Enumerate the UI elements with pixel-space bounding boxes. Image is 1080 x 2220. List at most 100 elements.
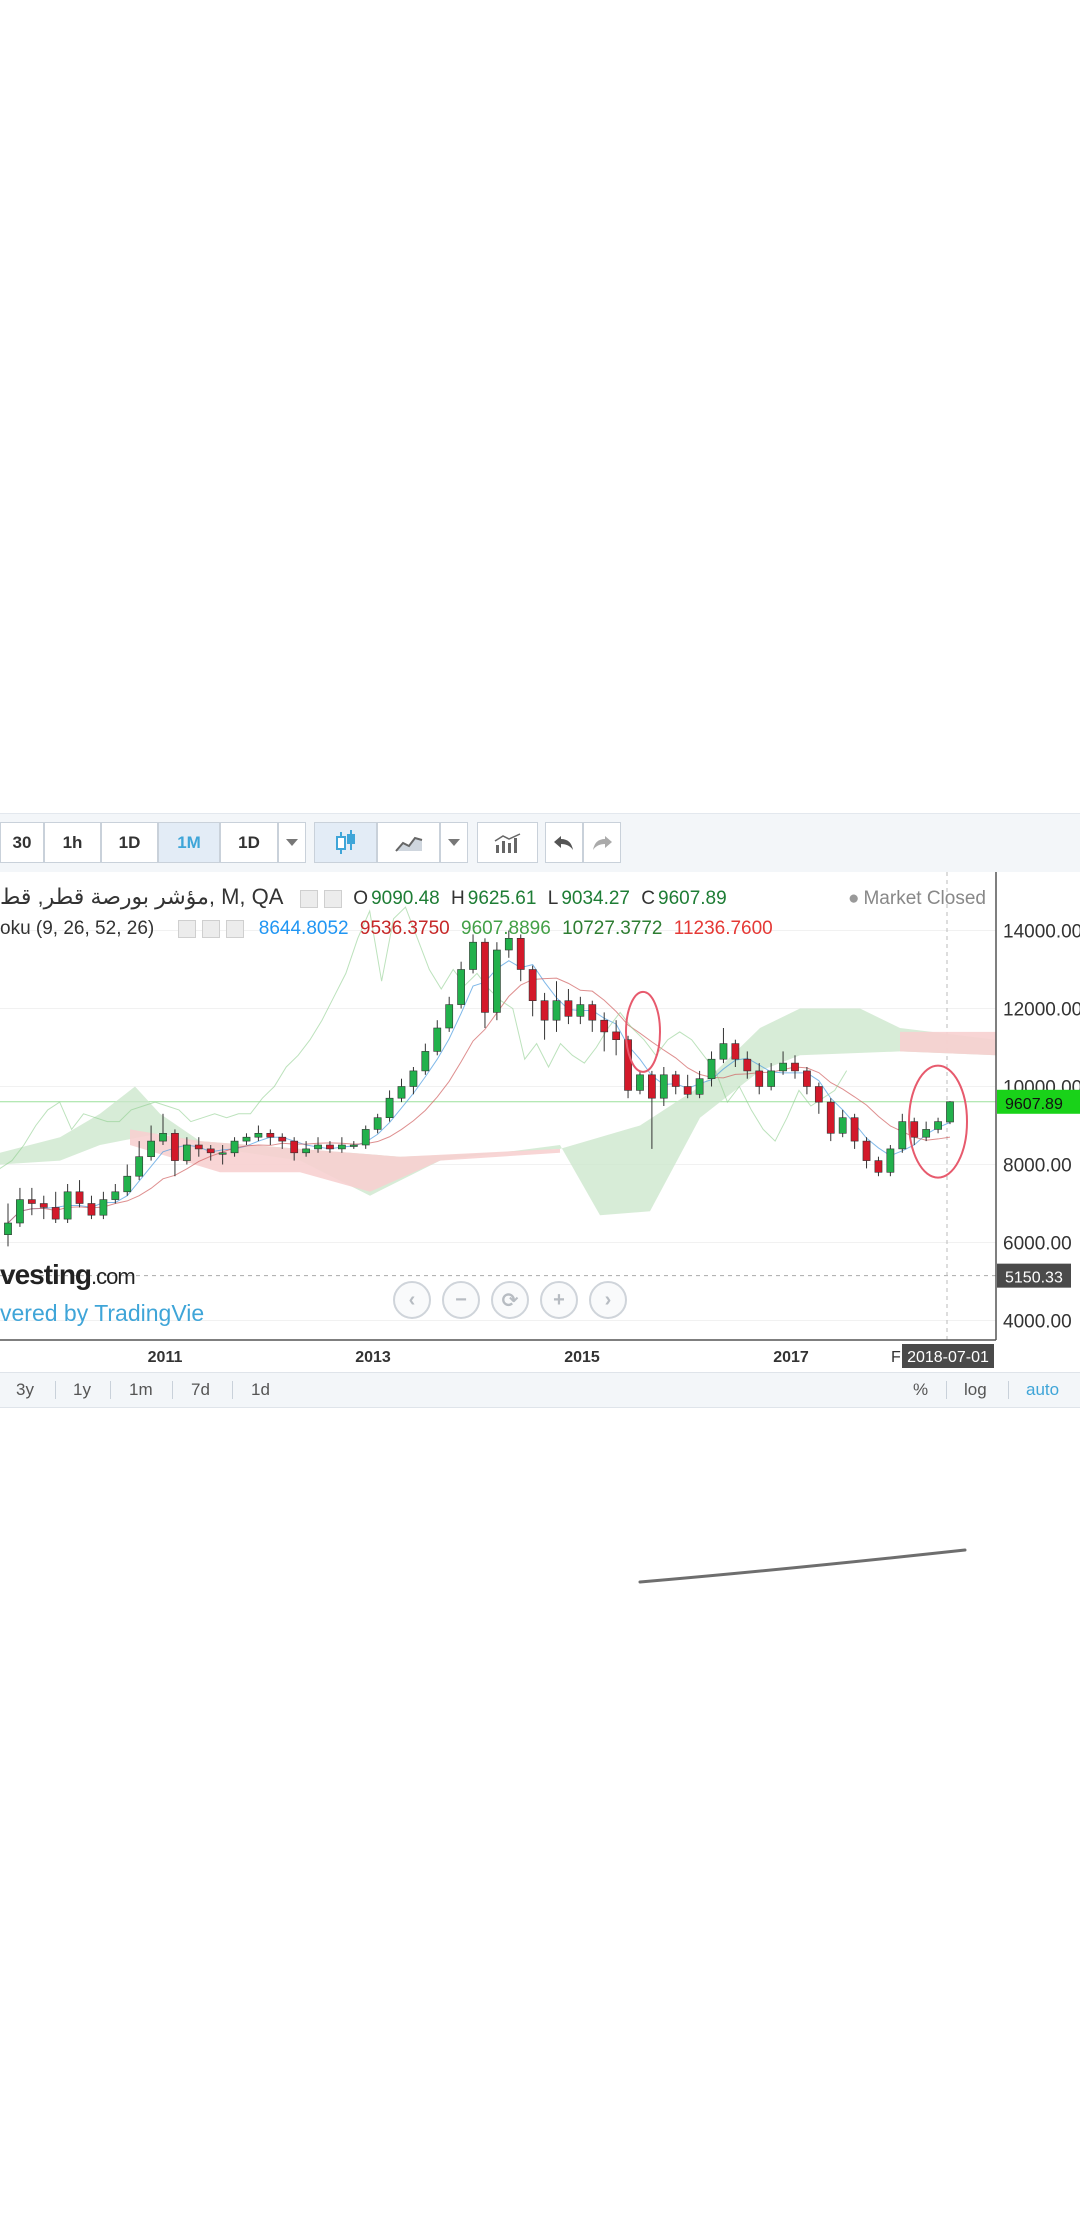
symbol-suffix: , M, QA	[208, 884, 284, 909]
interval-1d-button[interactable]: 1D	[101, 822, 158, 863]
time-tick-label: 2017	[773, 1349, 809, 1366]
minus-icon: −	[455, 1288, 467, 1311]
candle-body	[182, 1144, 191, 1161]
candle-body	[433, 1027, 442, 1052]
candle-body	[135, 1156, 144, 1177]
candlestick-style-button[interactable]	[314, 822, 377, 863]
open-value: 9090.48	[371, 888, 440, 909]
indicator-value-5: 11236.7600	[673, 918, 773, 939]
candle-body	[707, 1058, 716, 1079]
low-value: 9034.27	[561, 888, 630, 909]
price-tick-label: 12000.00	[1003, 1000, 1080, 1021]
line-style-button[interactable]	[377, 822, 440, 863]
candle-body	[218, 1152, 227, 1155]
log-scale-button[interactable]: log	[964, 1380, 987, 1400]
candle-body	[659, 1074, 668, 1099]
tenkan-line	[7, 960, 951, 1224]
close-value: 9607.89	[658, 888, 727, 909]
eye-icon[interactable]	[300, 889, 318, 908]
chevron-right-icon: ›	[604, 1288, 612, 1311]
indicators-button[interactable]	[477, 822, 538, 863]
chevron-left-icon: ‹	[408, 1288, 416, 1311]
undo-button[interactable]	[545, 822, 583, 863]
refresh-icon: ⟳	[501, 1289, 519, 1312]
time-tick-label: 2013	[355, 1349, 391, 1366]
area-chart-icon	[394, 836, 422, 852]
indicator-row: oku (9, 26, 52, 26) 8644.8052 9536.3750 …	[0, 918, 779, 940]
price-tick-label: 4000.00	[1003, 1312, 1072, 1333]
zoom-in-button[interactable]: +	[540, 1281, 578, 1319]
interval-30-button[interactable]: 30	[0, 822, 44, 863]
candle-body	[457, 969, 465, 1005]
zoom-out-button[interactable]: −	[442, 1281, 480, 1319]
candlestick-icon	[335, 829, 355, 854]
redo-button[interactable]	[583, 822, 621, 863]
candle-body	[421, 1051, 430, 1072]
candle-body	[791, 1062, 799, 1072]
settings-icon[interactable]	[201, 919, 220, 938]
interval-1m-button[interactable]: 1M	[158, 822, 220, 863]
chart-area[interactable]: 14000.00 12000.00 10000.00 8000.00 6000.00 40…	[0, 872, 1080, 1372]
candles	[4, 930, 954, 1247]
redo-icon	[593, 835, 612, 850]
candle-body	[349, 1144, 358, 1147]
candle-body	[266, 1132, 275, 1138]
candle-body	[302, 1148, 310, 1154]
range-bar: 3y 1y 1m 7d 1d % log auto	[0, 1372, 1080, 1408]
price-tick-label: 6000.00	[1003, 1234, 1072, 1255]
interval-dropdown-button[interactable]	[278, 822, 306, 863]
settings-icon[interactable]	[324, 889, 342, 908]
candle-body	[159, 1132, 167, 1142]
candle-body	[767, 1070, 776, 1087]
scroll-right-button[interactable]: ›	[589, 1281, 627, 1319]
candle-body	[826, 1101, 835, 1134]
time-tick-label: 2015	[564, 1349, 600, 1366]
candle-body	[564, 1000, 573, 1017]
candle-body	[63, 1191, 72, 1220]
auto-scale-button[interactable]: auto	[1026, 1380, 1059, 1400]
candle-body	[111, 1191, 120, 1200]
indicator-name: oku (9, 26, 52, 26)	[0, 918, 155, 939]
ichimoku-cloud	[0, 1008, 996, 1216]
range-3y-button[interactable]: 3y	[16, 1380, 34, 1400]
close-icon[interactable]	[225, 919, 244, 938]
candle-body	[99, 1199, 108, 1216]
candle-body	[695, 1078, 704, 1095]
candle-body	[862, 1140, 871, 1161]
candle-body	[528, 969, 537, 1002]
candle-body	[552, 1000, 561, 1021]
candle-body	[934, 1121, 942, 1130]
candle-body	[540, 1000, 549, 1021]
candle-body	[171, 1132, 179, 1161]
range-1y-button[interactable]: 1y	[73, 1380, 91, 1400]
chart-toolbar: 30 1h 1D 1M 1D	[0, 813, 1080, 873]
interval-1h-button[interactable]: 1h	[44, 822, 101, 863]
style-dropdown-button[interactable]	[440, 822, 468, 863]
candle-body	[481, 941, 489, 1013]
high-value: 9625.61	[467, 888, 537, 909]
scroll-left-button[interactable]: ‹	[393, 1281, 431, 1319]
price-tick-label: 8000.00	[1003, 1156, 1072, 1177]
reset-button[interactable]: ⟳	[491, 1281, 529, 1319]
candle-body	[922, 1129, 931, 1138]
candle-body	[874, 1160, 883, 1173]
range-1d-button[interactable]: 1d	[251, 1380, 270, 1400]
range-1m-button[interactable]: 1m	[129, 1380, 153, 1400]
undo-icon	[554, 835, 573, 850]
range-7d-button[interactable]: 7d	[191, 1380, 210, 1400]
indicator-value-2: 9536.3750	[359, 918, 450, 939]
candle-body	[278, 1136, 287, 1142]
candle-body	[397, 1086, 406, 1099]
powered-by-text[interactable]: vered by TradingVie	[0, 1300, 204, 1327]
candle-body	[361, 1129, 370, 1146]
candle-body	[910, 1121, 919, 1138]
candle-body	[636, 1074, 644, 1091]
eye-icon[interactable]	[177, 919, 196, 938]
indicator-value-4: 10727.3772	[562, 918, 663, 939]
candle-body	[4, 1222, 12, 1235]
candle-body	[206, 1148, 215, 1154]
percent-scale-button[interactable]: %	[913, 1380, 928, 1400]
candle-body	[469, 941, 477, 970]
interval-1d-alt-button[interactable]: 1D	[220, 822, 278, 863]
candle-body	[326, 1144, 334, 1150]
